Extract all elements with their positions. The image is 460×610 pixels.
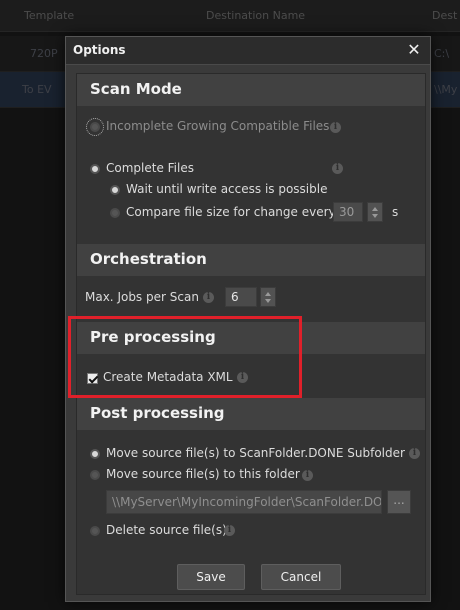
- info-icon[interactable]: i: [332, 163, 343, 174]
- section-title: Pre processing: [90, 328, 216, 346]
- browse-button[interactable]: ...: [387, 490, 411, 514]
- close-icon[interactable]: ✕: [404, 40, 424, 60]
- info-icon[interactable]: i: [203, 292, 214, 303]
- create-metadata-checkbox[interactable]: [87, 373, 98, 384]
- section-title: Post processing: [90, 404, 225, 422]
- move-to-done-label[interactable]: Move source file(s) to ScanFolder.DONE S…: [106, 446, 405, 460]
- delete-source-label[interactable]: Delete source file(s): [106, 523, 227, 537]
- compare-interval-stepper[interactable]: [367, 202, 383, 222]
- complete-files-radio[interactable]: [90, 164, 100, 174]
- delete-source-radio[interactable]: [90, 526, 100, 536]
- complete-files-label[interactable]: Complete Files: [106, 161, 194, 175]
- destination-folder-input[interactable]: \\MyServer\MyIncomingFolder\ScanFolder.D…: [106, 490, 382, 514]
- wait-write-access-label[interactable]: Wait until write access is possible: [126, 182, 327, 196]
- section-title: Scan Mode: [90, 80, 182, 98]
- compare-interval-input[interactable]: 30: [333, 202, 363, 222]
- save-button[interactable]: Save: [177, 564, 245, 590]
- info-icon[interactable]: i: [302, 470, 313, 481]
- max-jobs-stepper[interactable]: [260, 287, 276, 307]
- max-jobs-input[interactable]: 6: [225, 287, 257, 307]
- dialog-title-bar[interactable]: Options ✕: [66, 37, 430, 65]
- move-to-done-radio[interactable]: [90, 449, 100, 459]
- info-icon[interactable]: i: [237, 372, 248, 383]
- section-header-scan-mode: Scan Mode: [77, 74, 425, 106]
- cancel-button[interactable]: Cancel: [261, 564, 341, 590]
- dialog-title: Options: [73, 43, 126, 57]
- options-dialog: Options ✕ Scan Mode Incomplete Growing C…: [65, 36, 431, 602]
- wait-write-access-radio[interactable]: [110, 185, 120, 195]
- compare-interval-unit: s: [392, 205, 399, 219]
- section-header-orchestration: Orchestration: [77, 244, 425, 276]
- info-icon[interactable]: i: [330, 122, 341, 133]
- info-icon[interactable]: i: [409, 448, 420, 459]
- section-title: Orchestration: [90, 250, 207, 268]
- options-content: Scan Mode Incomplete Growing Compatible …: [76, 73, 426, 595]
- move-to-folder-radio[interactable]: [90, 470, 100, 480]
- info-icon[interactable]: i: [224, 525, 235, 536]
- incomplete-files-radio[interactable]: [86, 118, 104, 136]
- create-metadata-label[interactable]: Create Metadata XML: [103, 370, 233, 384]
- compare-file-size-radio[interactable]: [110, 208, 120, 218]
- section-header-pre-processing: Pre processing: [77, 322, 425, 354]
- max-jobs-label: Max. Jobs per Scan: [85, 290, 199, 304]
- incomplete-files-label[interactable]: Incomplete Growing Compatible Files: [106, 119, 329, 133]
- compare-file-size-label[interactable]: Compare file size for change every: [126, 205, 336, 219]
- move-to-folder-label[interactable]: Move source file(s) to this folder: [106, 467, 300, 481]
- section-header-post-processing: Post processing: [77, 398, 425, 430]
